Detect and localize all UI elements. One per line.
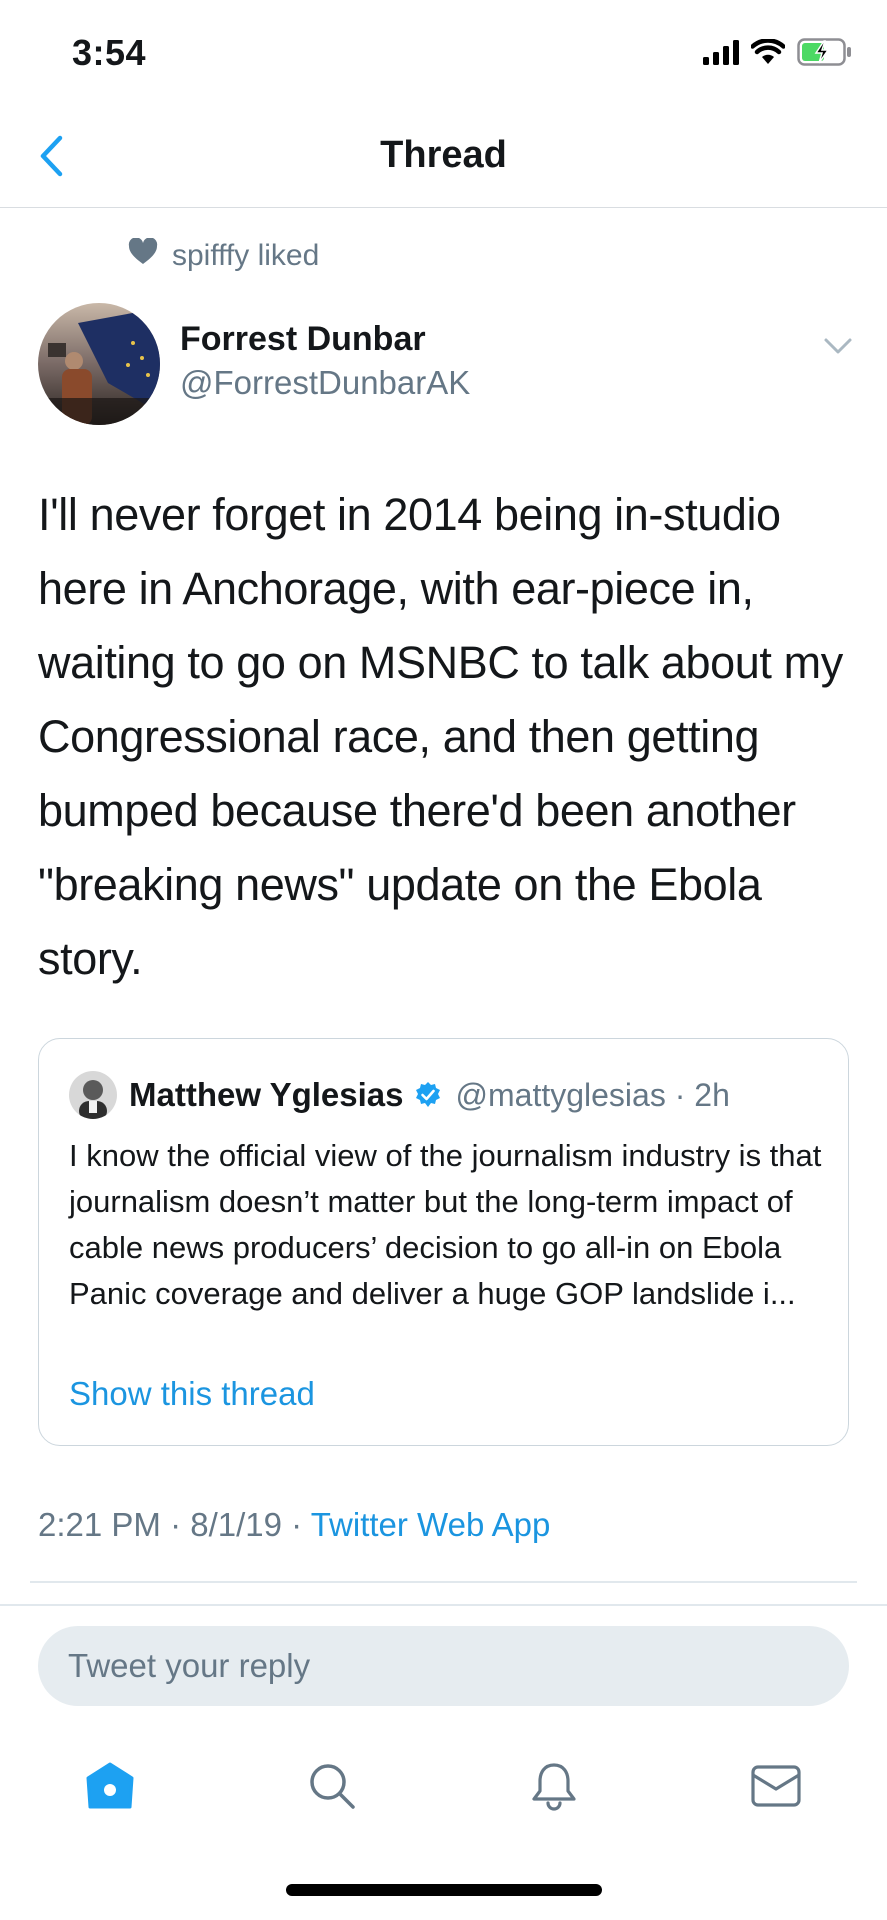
chevron-down-icon (823, 337, 853, 360)
home-indicator[interactable] (286, 1884, 602, 1896)
status-bar: 3:54 (0, 0, 887, 108)
tweet-source-link[interactable]: Twitter Web App (311, 1506, 551, 1543)
social-context-text: spifffy liked (172, 238, 320, 272)
quote-author-handle: @mattyglesias · 2h (455, 1076, 730, 1113)
home-icon (85, 1761, 135, 1816)
status-icons (703, 38, 853, 71)
tweet-text: I'll never forget in 2014 being in-studi… (38, 489, 843, 984)
bell-icon (529, 1761, 579, 1816)
reply-input[interactable] (38, 1626, 849, 1706)
mail-icon (750, 1764, 802, 1813)
quoted-tweet[interactable]: Matthew Yglesias @mattyglesias · 2h I kn… (38, 1038, 849, 1446)
avatar[interactable] (38, 303, 160, 425)
tab-bar (0, 1730, 887, 1840)
tab-messages[interactable] (746, 1758, 806, 1818)
quote-avatar (69, 1071, 117, 1119)
tab-notifications[interactable] (524, 1758, 584, 1818)
quote-text: I know the official view of the journali… (69, 1138, 822, 1311)
page-title: Thread (380, 134, 507, 176)
wifi-icon (750, 38, 786, 70)
divider (0, 1604, 887, 1606)
divider (30, 1581, 857, 1583)
quote-header: Matthew Yglesias @mattyglesias · 2h (69, 1071, 730, 1119)
signal-icon (703, 39, 739, 70)
show-thread-link[interactable]: Show this thread (69, 1375, 315, 1413)
nav-bar: Thread (0, 108, 887, 208)
tweet-options-button[interactable] (818, 328, 858, 368)
author-name[interactable]: Forrest Dunbar (180, 320, 426, 359)
heart-icon (128, 237, 158, 273)
quote-author-name: Matthew Yglesias (129, 1076, 404, 1113)
author-handle[interactable]: @ForrestDunbarAK (180, 364, 470, 402)
tab-search[interactable] (302, 1758, 362, 1818)
social-context[interactable]: spifffy liked (128, 237, 320, 273)
battery-charging-icon (797, 38, 853, 71)
search-icon (307, 1761, 357, 1816)
tweet-timestamp: 2:21 PM · 8/1/19 · (38, 1506, 311, 1543)
status-time: 3:54 (72, 32, 147, 73)
tweet-meta: 2:21 PM · 8/1/19 · Twitter Web App (38, 1506, 550, 1544)
tab-home[interactable] (80, 1758, 140, 1818)
verified-badge-icon (414, 1081, 442, 1109)
